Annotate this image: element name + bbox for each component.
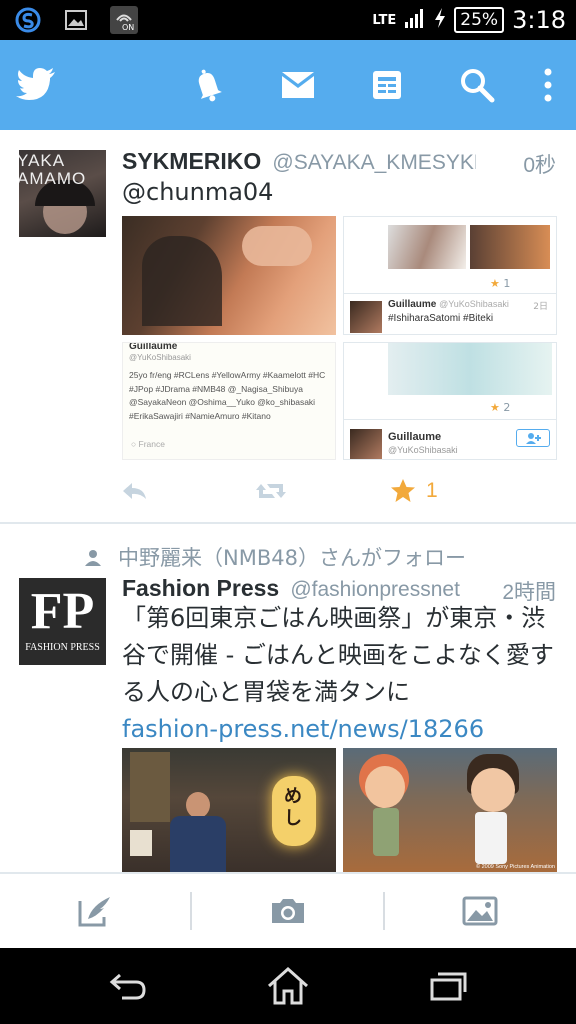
star-icon: ★ 1 [490, 277, 511, 290]
gallery-button[interactable] [384, 886, 576, 936]
recents-button[interactable] [418, 964, 478, 1008]
compose-button[interactable] [0, 886, 192, 936]
tweet-photo-1[interactable] [122, 216, 336, 335]
tweet-photo-3[interactable]: Guillaume @YuKoShibasaki 25yo fr/eng #RC… [122, 342, 336, 460]
status-bar: ON LTE 25% 3:18 [0, 0, 576, 40]
recents-icon [430, 972, 467, 1001]
tweet-photo-2[interactable]: ★ 1 Guillaume @YuKoShibasaki 2日 #Ishihar… [343, 216, 557, 335]
embedded-location: ○ France [131, 439, 165, 449]
handle[interactable]: @fashionpressnet [290, 578, 460, 601]
mention-link[interactable]: @chunma04 [122, 178, 273, 206]
photo-copyright: © 2009 Sony Pictures Animation [476, 864, 555, 870]
twitter-bird-icon[interactable] [12, 61, 60, 109]
back-icon [109, 973, 146, 1000]
favorite-count: 1 [426, 479, 438, 502]
svg-text:ON: ON [122, 23, 134, 32]
image-icon [462, 896, 498, 926]
network-type: LTE [372, 12, 397, 28]
tweet-fashion-press[interactable]: FP FASHION PRESS Fashion Press @fashionp… [0, 575, 576, 872]
compose-icon [78, 897, 110, 927]
tweet-photo-restaurant[interactable]: めし [122, 748, 336, 872]
embedded-profile-name: Guillaume [388, 299, 437, 310]
avatar-caption: FASHION PRESS [25, 642, 100, 653]
embedded-profile-handle: @YuKoShibasaki [129, 353, 191, 362]
clock: 3:18 [512, 6, 566, 34]
overflow-menu-icon[interactable] [524, 61, 572, 109]
battery-level: 25% [454, 7, 505, 33]
follow-icon [516, 429, 550, 447]
tweet-divider [0, 522, 576, 524]
gallery-notification-icon [62, 6, 90, 34]
system-nav-bar [0, 948, 576, 1024]
embedded-bio: 25yo fr/eng #RCLens #YellowArmy #Kaamelo… [129, 370, 326, 421]
bell-icon[interactable] [184, 61, 232, 109]
display-name[interactable]: SYKMERIKO [122, 148, 261, 174]
embedded-reply-text: #IshiharaSatomi #Biteki [388, 313, 494, 324]
s-app-icon [14, 6, 42, 34]
star-count: 1 [503, 277, 511, 290]
tweet-link[interactable]: fashion-press.net/news/18266 [122, 715, 484, 743]
app-bar [0, 40, 576, 130]
envelope-icon[interactable] [274, 61, 322, 109]
signal-icon [404, 7, 426, 34]
location-text: France [138, 439, 165, 449]
timeline[interactable]: YAKA AMAMO SYKMERIKO @SAYAKA_KMESYKM 0秒 … [0, 130, 576, 872]
social-context[interactable]: 中野麗来（NMB48）さんがフォロー [84, 542, 466, 572]
avatar[interactable]: FP FASHION PRESS [19, 578, 106, 665]
tweet-text: 「第6回東京ごはん映画祭」が東京・渋谷で開催 - ごはんと映画をこよなく愛する人… [122, 600, 556, 748]
composer-bar [0, 872, 576, 948]
avatar[interactable]: YAKA AMAMO [19, 150, 106, 237]
home-icon [267, 967, 309, 1005]
embedded-profile-handle: @YuKoShibasaki [439, 299, 509, 309]
tweet-text: @chunma04 [122, 174, 556, 211]
search-icon[interactable] [453, 61, 501, 109]
display-name[interactable]: Fashion Press [122, 575, 279, 601]
home-button[interactable] [258, 964, 318, 1008]
camera-button[interactable] [192, 886, 384, 936]
reply-icon [123, 483, 146, 499]
person-icon [85, 550, 101, 566]
lantern-sign: めし [284, 786, 302, 829]
camera-icon [272, 899, 304, 923]
tweet-body: 「第6回東京ごはん映画祭」が東京・渋谷で開催 - ごはんと映画をこよなく愛する人… [122, 604, 554, 706]
tweet-sykmeriko[interactable]: YAKA AMAMO SYKMERIKO @SAYAKA_KMESYKM 0秒 … [0, 130, 576, 522]
embedded-profile-name: Guillaume [129, 342, 178, 352]
list-icon[interactable] [363, 61, 411, 109]
tweet-photo-animation[interactable]: © 2009 Sony Pictures Animation [343, 748, 557, 872]
star-icon [391, 479, 415, 502]
nfc-on-icon: ON [110, 6, 138, 34]
charging-icon [434, 7, 446, 34]
reply-button[interactable] [120, 480, 148, 502]
social-context-text: 中野麗来（NMB48）さんがフォロー [118, 546, 466, 570]
avatar-logo: FP [30, 583, 95, 640]
handle[interactable]: @SAYAKA_KMESYKM [272, 151, 476, 174]
embedded-reply-time: 2日 [533, 302, 548, 312]
retweet-button[interactable] [255, 480, 287, 502]
embedded-profile-name: Guillaume [388, 431, 442, 443]
avatar-overlay-text: YAKA AMAMO [19, 151, 87, 188]
back-button[interactable] [98, 964, 158, 1008]
tweet-photo-4[interactable]: ★ 2 Guillaume @YuKoShibasaki [343, 342, 557, 460]
favorite-button[interactable]: 1 [390, 478, 438, 504]
retweet-icon [256, 484, 286, 498]
star-count: 2 [503, 401, 511, 414]
star-icon: ★ 2 [490, 401, 511, 414]
embedded-profile-handle: @YuKoShibasaki [388, 445, 458, 455]
